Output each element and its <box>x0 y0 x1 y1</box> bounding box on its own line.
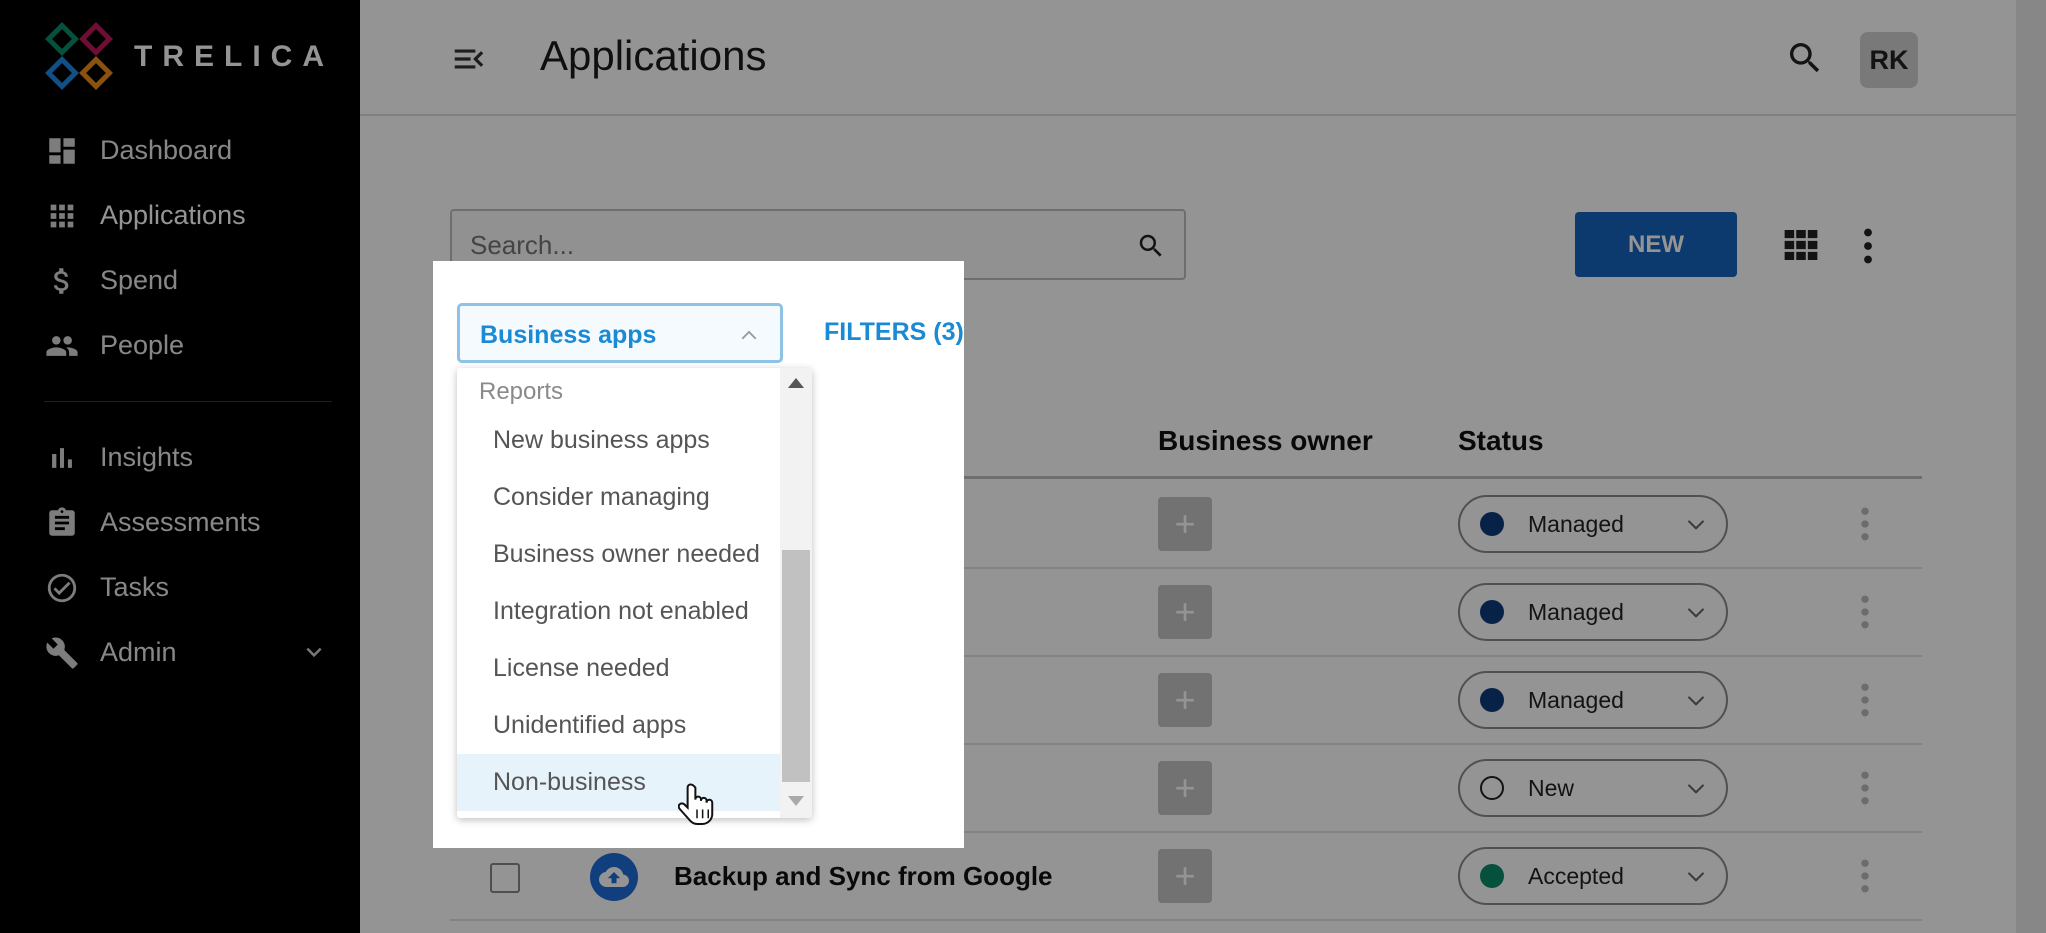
tour-overlay[interactable] <box>0 0 2046 933</box>
view-dropdown-menu: Reports New business apps Consider manag… <box>457 368 812 818</box>
dropdown-option[interactable]: Business owner needed <box>457 526 780 583</box>
scroll-thumb[interactable] <box>782 550 810 782</box>
dropdown-option[interactable]: License needed <box>457 640 780 697</box>
scroll-down-arrow-icon[interactable] <box>788 796 804 806</box>
scroll-up-arrow-icon[interactable] <box>788 378 804 388</box>
dropdown-option[interactable]: Integration not enabled <box>457 583 780 640</box>
dropdown-option[interactable]: Consider managing <box>457 469 780 526</box>
dropdown-group-label: Reports <box>479 378 564 405</box>
chevron-up-icon <box>741 330 757 340</box>
dropdown-option-hovered[interactable]: Non-business <box>457 754 780 811</box>
dropdown-option[interactable]: New business apps <box>457 412 780 469</box>
hand-pointer-cursor-icon <box>678 783 714 825</box>
view-select[interactable]: Business apps <box>457 303 783 363</box>
dropdown-list: Reports New business apps Consider manag… <box>457 368 780 811</box>
filters-button[interactable]: FILTERS (3) <box>824 318 964 347</box>
view-select-value: Business apps <box>480 321 657 349</box>
dropdown-scrollbar[interactable] <box>780 368 812 818</box>
dropdown-option[interactable]: Unidentified apps <box>457 697 780 754</box>
tour-spotlight: Business apps FILTERS (3) Reports New bu… <box>433 261 964 848</box>
